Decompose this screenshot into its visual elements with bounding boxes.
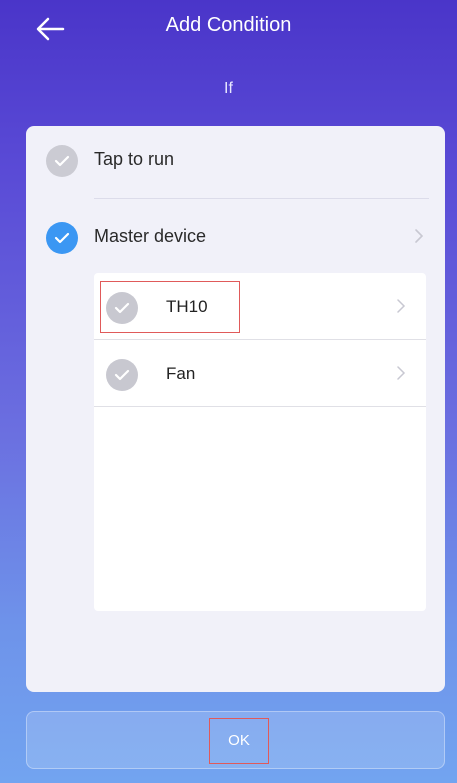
ok-label: OK — [209, 718, 269, 764]
device-label: Fan — [166, 364, 196, 383]
check-icon — [106, 359, 138, 391]
check-icon — [106, 292, 138, 324]
check-icon — [46, 222, 78, 254]
section-subheading: If — [224, 80, 233, 97]
option-tap-to-run[interactable]: Tap to run — [26, 131, 445, 189]
ok-button[interactable]: OK — [26, 711, 445, 769]
device-label: TH10 — [166, 297, 208, 316]
divider — [94, 198, 429, 199]
chevron-right-icon — [397, 299, 406, 313]
option-label: Master device — [94, 226, 207, 246]
chevron-right-icon — [397, 366, 406, 380]
page-title: Add Condition — [165, 14, 292, 36]
option-master-device[interactable]: Master device — [26, 208, 445, 266]
check-icon — [46, 145, 78, 177]
device-item-fan[interactable]: Fan — [94, 340, 426, 407]
device-list: TH10 Fan — [94, 273, 426, 611]
header: Add Condition — [0, 0, 457, 56]
option-label: Tap to run — [94, 149, 175, 169]
condition-card: Tap to run Master device TH10 Fan — [26, 126, 445, 692]
device-item-th10[interactable]: TH10 — [94, 273, 426, 340]
chevron-right-icon — [415, 229, 424, 243]
